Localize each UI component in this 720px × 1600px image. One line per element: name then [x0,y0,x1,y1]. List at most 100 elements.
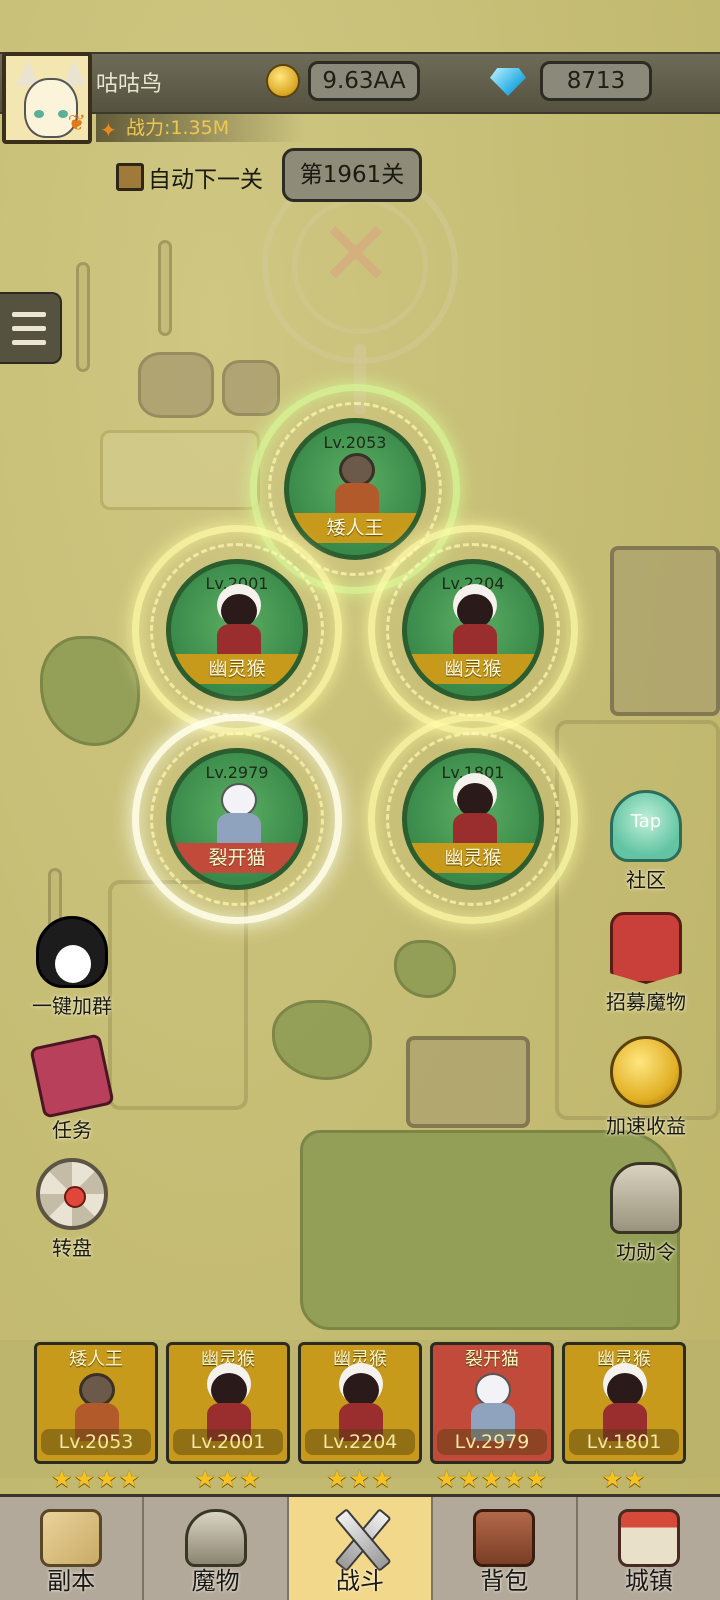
unit-name: 幽灵猴 [407,843,539,873]
team-card-3[interactable]: 幽灵猴 Lv.2204 [298,1342,422,1464]
team-card-level: Lv.2979 [437,1429,547,1455]
unit-level: Lv.2979 [205,763,269,782]
penguin-icon [36,916,108,988]
menu-button[interactable] [0,292,62,364]
leaf-icon: ❦ [67,111,86,136]
nav-dungeon-label: 副本 [47,1567,96,1595]
team-card-name: 矮人王 [69,1349,123,1370]
gem-amount[interactable]: 8713 [540,61,652,101]
gold-coin-icon [266,64,300,98]
nav-monsters[interactable]: 魔物 [144,1497,289,1600]
community-button[interactable]: Tap 社区 [596,790,696,893]
helmet-icon [184,1509,247,1567]
nav-dungeon[interactable]: 副本 [0,1497,145,1600]
tasks-label: 任务 [52,1118,92,1142]
gold-amount[interactable]: 9.63AA [308,61,420,101]
grass-patch [272,1000,372,1080]
nav-town-label: 城镇 [624,1567,673,1595]
formation-unit-4[interactable]: Lv.2979 裂开猫 [132,714,342,924]
join-group-label: 一键加群 [32,994,112,1018]
unit-name: 幽灵猴 [171,654,303,684]
recruit-label: 招募魔物 [606,990,686,1014]
cactus [76,262,90,372]
recruit-button[interactable]: 招募魔物 [596,912,696,1015]
boost-income-label: 加速收益 [606,1114,686,1138]
team-card-name: 幽灵猴 [597,1349,651,1370]
team-card-level: Lv.2053 [41,1429,151,1455]
banner-icon [610,912,682,984]
community-label: 社区 [626,868,666,892]
team-card-level: Lv.2001 [173,1429,283,1455]
shop-icon [617,1509,680,1567]
nav-town[interactable]: 城镇 [578,1497,720,1600]
menu-line [12,326,46,331]
nav-battle[interactable]: 战斗 [288,1497,434,1600]
tap-icon: Tap [610,790,682,862]
auto-next-checkbox[interactable] [116,163,144,191]
avatar-eye [34,110,44,118]
nav-battle-label: 战斗 [336,1567,385,1595]
combat-power: ✦ 战力:1.35M [96,114,306,142]
team-card-name: 裂开猫 [465,1349,519,1370]
formation-unit-2[interactable]: Lv.2001 幽灵猴 [132,525,342,735]
helmet-icon [610,1162,682,1234]
team-card-2[interactable]: 幽灵猴 Lv.2001 [166,1342,290,1464]
auto-next-label: 自动下一关 [148,167,263,193]
stone-idol [40,636,140,746]
combat-power-text: 战力:1.35M [126,117,230,139]
formation-unit-3[interactable]: Lv.2204 幽灵猴 [368,525,578,735]
rock [138,352,214,418]
bush [394,940,456,998]
swords-icon [329,1509,391,1567]
avatar-eye [58,110,68,118]
menu-line [12,340,46,345]
unit-level: Lv.2204 [441,574,505,593]
star-rating: ★★★★ [50,1465,142,1493]
team-card-name: 幽灵猴 [201,1349,255,1370]
road-segment [100,430,260,510]
merit-order-button[interactable]: 功勋令 [596,1162,696,1265]
unit-portrait: Lv.1801 幽灵猴 [402,748,544,890]
unit-portrait: Lv.2001 幽灵猴 [166,559,308,701]
unit-portrait: Lv.2204 幽灵猴 [402,559,544,701]
player-name: 咕咕鸟 [96,72,163,97]
wooden-hut [406,1036,530,1128]
wheel-button[interactable]: 转盘 [22,1158,122,1261]
crossed-swords-emblem: ✕ [318,202,394,307]
wheel-label: 转盘 [52,1236,92,1260]
team-card-4[interactable]: 裂开猫 Lv.2979 [430,1342,554,1464]
wheel-icon [36,1158,108,1230]
stage-indicator[interactable]: 第1961关 [282,148,422,202]
merit-order-label: 功勋令 [616,1240,676,1264]
nav-backpack[interactable]: 背包 [433,1497,578,1600]
unit-level: Lv.1801 [441,763,505,782]
formation-unit-5[interactable]: Lv.1801 幽灵猴 [368,714,578,924]
unit-portrait: Lv.2979 裂开猫 [166,748,308,890]
unit-name: 幽灵猴 [407,654,539,684]
team-card-1[interactable]: 矮人王 Lv.2053 [34,1342,158,1464]
star-rating: ★★★ [194,1465,262,1493]
tap-icon-text: Tap [630,811,662,832]
auto-next-toggle[interactable]: 自动下一关 [116,160,263,194]
boost-income-button[interactable]: 加速收益 [596,1036,696,1139]
star-rating: ★★★★★ [435,1465,549,1493]
nav-backpack-label: 背包 [480,1567,529,1595]
join-group-button[interactable]: 一键加群 [22,916,122,1019]
unit-level: Lv.2001 [205,574,269,593]
unit-level: Lv.2053 [323,433,387,452]
star-rating: ★★ [601,1465,647,1493]
team-card-level: Lv.1801 [569,1429,679,1455]
unit-name: 裂开猫 [171,843,303,873]
coin-boost-icon [610,1036,682,1108]
team-card-level: Lv.2204 [305,1429,415,1455]
tasks-button[interactable]: 任务 [22,1033,122,1143]
team-card-5[interactable]: 幽灵猴 Lv.1801 [562,1342,686,1464]
bottom-nav: 副本 魔物 战斗 背包 城镇 [0,1494,720,1600]
star-rating: ★★★ [326,1465,394,1493]
player-avatar[interactable]: ❦ [2,52,92,144]
menu-line [12,312,46,317]
ruined-building [610,546,720,716]
team-card-name: 幽灵猴 [333,1349,387,1370]
cactus [158,240,172,336]
backpack-icon [473,1509,536,1567]
